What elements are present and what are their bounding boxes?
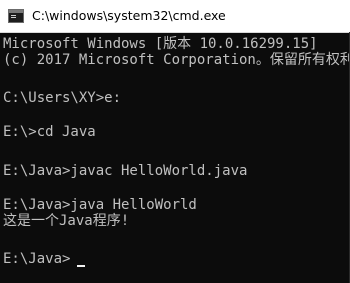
cmd-window: C:\windows\system32\cmd.exe Microsoft Wi… bbox=[0, 0, 350, 283]
console-line-current-prompt: E:\Java> bbox=[3, 251, 71, 267]
cmd-console-icon[interactable] bbox=[8, 9, 24, 23]
console-line-javac: E:\Java>javac HelloWorld.java bbox=[3, 163, 248, 179]
console-line-cd-java: E:\>cd Java bbox=[3, 124, 96, 140]
title-bar[interactable]: C:\windows\system32\cmd.exe bbox=[0, 0, 350, 33]
console-line-version: Microsoft Windows [版本 10.0.16299.15] bbox=[3, 36, 318, 52]
console-output[interactable]: Microsoft Windows [版本 10.0.16299.15] (c)… bbox=[0, 33, 350, 283]
console-line-prompt-drive-change: C:\Users\XY>e: bbox=[3, 90, 122, 106]
console-line-java-run: E:\Java>java HelloWorld bbox=[3, 197, 197, 213]
console-line-copyright: (c) 2017 Microsoft Corporation。保留所有权利。 bbox=[3, 52, 350, 68]
console-line-program-output: 这是一个Java程序! bbox=[3, 213, 130, 229]
window-title: C:\windows\system32\cmd.exe bbox=[32, 8, 226, 23]
text-cursor bbox=[77, 265, 85, 267]
